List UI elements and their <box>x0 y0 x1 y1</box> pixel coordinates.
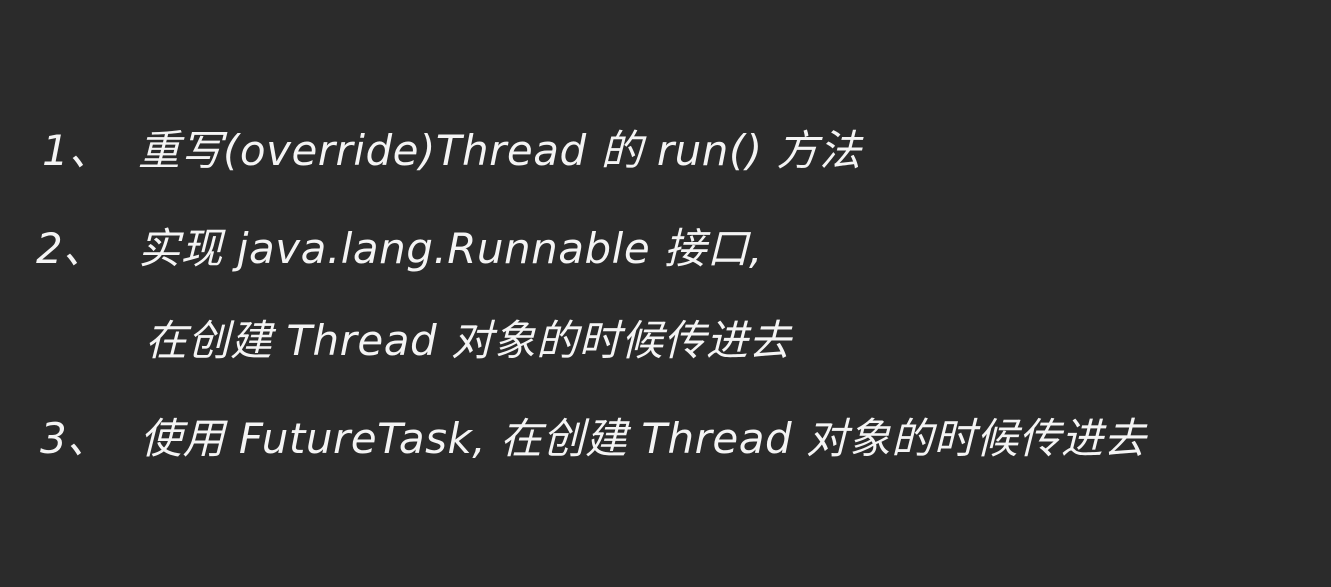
item-2-text: 实现 java.lang.Runnable 接口, <box>138 224 763 273</box>
item-3-text: 使用 FutureTask, 在创建 Thread 对象的时候传进去 <box>140 414 1146 463</box>
item-2-continuation: 在创建 Thread 对象的时候传进去 <box>145 316 791 365</box>
item-3-number: 3、 <box>40 414 109 463</box>
item-2-number: 2、 <box>36 224 105 273</box>
item-1-text: 重写(override)Thread 的 run() 方法 <box>138 126 862 175</box>
handwritten-notes-canvas: 1、 重写(override)Thread 的 run() 方法 2、 实现 j… <box>0 0 1331 587</box>
item-1-number: 1、 <box>42 126 111 175</box>
